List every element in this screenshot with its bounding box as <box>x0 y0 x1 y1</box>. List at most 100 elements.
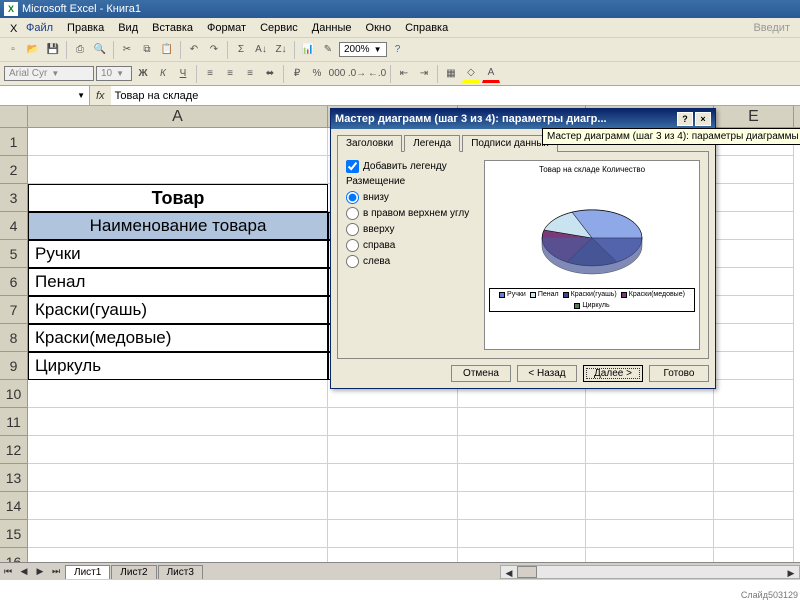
col-header-E[interactable]: E <box>714 106 794 127</box>
help-icon[interactable]: ? <box>389 41 407 59</box>
row-header[interactable]: 2 <box>0 156 28 184</box>
cell-B14[interactable] <box>328 492 458 520</box>
merge-icon[interactable]: ⬌ <box>261 65 279 83</box>
zoom-combo[interactable]: 200%▼ <box>339 42 387 57</box>
menu-tools[interactable]: Сервис <box>254 20 304 36</box>
undo-icon[interactable]: ↶ <box>185 41 203 59</box>
cell-B12[interactable] <box>328 436 458 464</box>
borders-icon[interactable]: ▦ <box>442 65 460 83</box>
indent-dec-icon[interactable]: ⇤ <box>395 65 413 83</box>
row-header[interactable]: 11 <box>0 408 28 436</box>
cell-D14[interactable] <box>586 492 714 520</box>
cell-D13[interactable] <box>586 464 714 492</box>
cell-E3[interactable] <box>714 184 794 212</box>
cell-B11[interactable] <box>328 408 458 436</box>
cell-E6[interactable] <box>714 268 794 296</box>
finish-button[interactable]: Готово <box>649 365 709 382</box>
sheet-tab-3[interactable]: Лист3 <box>158 565 203 579</box>
row-header[interactable]: 14 <box>0 492 28 520</box>
menu-edit[interactable]: Правка <box>61 20 110 36</box>
cell-E12[interactable] <box>714 436 794 464</box>
dialog-close-icon[interactable]: × <box>695 112 711 126</box>
row-header[interactable]: 1 <box>0 128 28 156</box>
menu-window[interactable]: Окно <box>360 20 398 36</box>
tab-legend[interactable]: Легенда <box>404 135 460 152</box>
cell-E4[interactable] <box>714 212 794 240</box>
align-right-icon[interactable]: ≡ <box>241 65 259 83</box>
menu-file[interactable]: Файл <box>20 20 59 36</box>
back-button[interactable]: < Назад <box>517 365 577 382</box>
align-center-icon[interactable]: ≡ <box>221 65 239 83</box>
col-header-A[interactable]: A <box>28 106 328 127</box>
dialog-help-icon[interactable]: ? <box>677 112 693 126</box>
horizontal-scrollbar[interactable]: ◀▶ <box>500 565 800 579</box>
new-icon[interactable]: ▫ <box>4 41 22 59</box>
cell-C12[interactable] <box>458 436 586 464</box>
row-header[interactable]: 4 <box>0 212 28 240</box>
menu-view[interactable]: Вид <box>112 20 144 36</box>
chart-icon[interactable]: 📊 <box>299 41 317 59</box>
row-header[interactable]: 5 <box>0 240 28 268</box>
italic-icon[interactable]: К <box>154 65 172 83</box>
redo-icon[interactable]: ↷ <box>205 41 223 59</box>
cell-B13[interactable] <box>328 464 458 492</box>
cell-A8[interactable]: Краски(медовые) <box>28 324 328 352</box>
cell-D12[interactable] <box>586 436 714 464</box>
paste-icon[interactable]: 📋 <box>158 41 176 59</box>
cell-E7[interactable] <box>714 296 794 324</box>
save-icon[interactable]: 💾 <box>44 41 62 59</box>
cell-A10[interactable] <box>28 380 328 408</box>
sheet-nav-first-icon[interactable]: ⏮ <box>0 564 16 580</box>
cut-icon[interactable]: ✂ <box>118 41 136 59</box>
cell-A9[interactable]: Циркуль <box>28 352 328 380</box>
row-header[interactable]: 10 <box>0 380 28 408</box>
font-name-combo[interactable]: Arial Cyr▼ <box>4 66 94 81</box>
select-all-corner[interactable] <box>0 106 28 127</box>
cell-E2[interactable] <box>714 156 794 184</box>
sheet-nav-prev-icon[interactable]: ◀ <box>16 564 32 580</box>
align-left-icon[interactable]: ≡ <box>201 65 219 83</box>
fill-color-icon[interactable]: ◇ <box>462 65 480 83</box>
placement-right[interactable]: справа <box>346 239 476 252</box>
underline-icon[interactable]: Ч <box>174 65 192 83</box>
cell-A6[interactable]: Пенал <box>28 268 328 296</box>
cancel-button[interactable]: Отмена <box>451 365 511 382</box>
cell-E5[interactable] <box>714 240 794 268</box>
menu-insert[interactable]: Вставка <box>146 20 199 36</box>
dialog-titlebar[interactable]: Мастер диаграмм (шаг 3 из 4): параметры … <box>331 109 715 129</box>
formula-input[interactable]: Товар на складе <box>111 86 800 105</box>
sheet-nav-last-icon[interactable]: ⏭ <box>48 564 64 580</box>
sum-icon[interactable]: Σ <box>232 41 250 59</box>
cell-A15[interactable] <box>28 520 328 548</box>
cell-A12[interactable] <box>28 436 328 464</box>
row-header[interactable]: 12 <box>0 436 28 464</box>
next-button[interactable]: Далее > <box>583 365 643 382</box>
help-prompt[interactable]: Введит <box>747 20 796 36</box>
bold-icon[interactable]: Ж <box>134 65 152 83</box>
open-icon[interactable]: 📂 <box>24 41 42 59</box>
sheet-nav-next-icon[interactable]: ▶ <box>32 564 48 580</box>
row-header[interactable]: 8 <box>0 324 28 352</box>
cell-E14[interactable] <box>714 492 794 520</box>
cell-A14[interactable] <box>28 492 328 520</box>
cell-A1[interactable] <box>28 128 328 156</box>
cell-C13[interactable] <box>458 464 586 492</box>
row-header[interactable]: 13 <box>0 464 28 492</box>
cell-A13[interactable] <box>28 464 328 492</box>
placement-bottom[interactable]: внизу <box>346 191 476 204</box>
row-header[interactable]: 7 <box>0 296 28 324</box>
row-header[interactable]: 6 <box>0 268 28 296</box>
row-header[interactable]: 3 <box>0 184 28 212</box>
print-icon[interactable]: ⎙ <box>71 41 89 59</box>
font-color-icon[interactable]: A <box>482 65 500 83</box>
add-legend-checkbox[interactable]: Добавить легенду <box>346 160 476 173</box>
copy-icon[interactable]: ⧉ <box>138 41 156 59</box>
sort-asc-icon[interactable]: A↓ <box>252 41 270 59</box>
inc-decimal-icon[interactable]: .0→ <box>348 65 366 83</box>
cell-A4[interactable]: Наименование товара <box>28 212 328 240</box>
placement-left[interactable]: слева <box>346 255 476 268</box>
cell-A2[interactable] <box>28 156 328 184</box>
cell-A3[interactable]: Товар <box>28 184 328 212</box>
name-box[interactable]: ▼ <box>0 86 90 105</box>
cell-E13[interactable] <box>714 464 794 492</box>
